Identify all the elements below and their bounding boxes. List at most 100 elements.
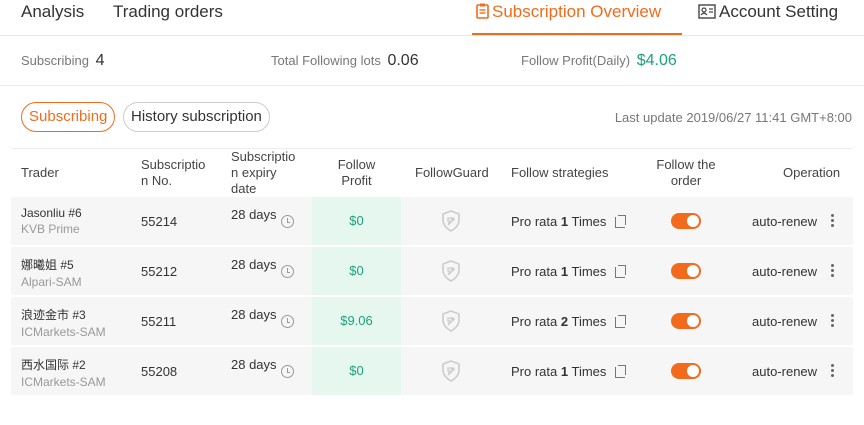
follow-strategy: Pro rata 1 Times <box>511 264 606 279</box>
clock-icon <box>281 365 294 378</box>
table-row: 浪迹金市 #3 ICMarkets-SAM 55211 28 days $9.0… <box>11 297 853 345</box>
follow-strategy: Pro rata 1 Times <box>511 214 606 229</box>
clock-icon <box>281 265 294 278</box>
trader-broker: KVB Prime <box>21 222 80 236</box>
more-options-icon[interactable] <box>829 214 835 228</box>
strategy-suffix: Times <box>571 264 607 279</box>
strategy-suffix: Times <box>571 364 607 379</box>
header-expiry-line2: n expiry <box>231 165 277 180</box>
header-follow-profit: Follow Profit <box>312 157 401 189</box>
follow-order-toggle[interactable] <box>671 363 701 379</box>
subscription-no: 55214 <box>141 214 178 229</box>
more-options-icon[interactable] <box>829 264 835 278</box>
trader-name[interactable]: 西水国际 #2 <box>21 356 106 373</box>
filter-history-button[interactable]: History subscription <box>123 102 270 132</box>
auto-renew-link[interactable]: auto-renew <box>752 214 817 229</box>
header-trader: Trader <box>21 165 59 180</box>
strategy-multiplier: 1 <box>560 364 569 379</box>
strategy-prefix: Pro rata <box>511 314 558 329</box>
trader-cell: Jasonliu #6 KVB Prime <box>21 206 82 236</box>
expiry-date: 28 days <box>231 257 277 272</box>
clipboard-icon <box>476 3 489 19</box>
trader-broker: Alpari-SAM <box>21 275 82 289</box>
header-subscription-no-line1: Subscriptio <box>141 157 206 172</box>
clock-icon <box>281 215 294 228</box>
shield-icon <box>442 210 460 232</box>
header-follow-the-order: Follow the order <box>647 157 725 189</box>
subscription-no: 55208 <box>141 364 178 379</box>
follow-strategy: Pro rata 2 Times <box>511 314 606 329</box>
filter-subscribing-button[interactable]: Subscribing <box>21 102 116 132</box>
active-tab-underline <box>472 33 682 35</box>
header-subscription-no-line2: n No. <box>141 173 173 188</box>
subscription-no: 55212 <box>141 264 178 279</box>
more-options-icon[interactable] <box>829 364 835 378</box>
summary-lots-value: 0.06 <box>387 52 419 69</box>
strategy-multiplier: 2 <box>560 314 569 329</box>
follow-order-toggle[interactable] <box>671 213 701 229</box>
follow-order-toggle[interactable] <box>671 313 701 329</box>
summary-bar: Subscribing 4 Total Following lots 0.06 … <box>0 36 864 86</box>
summary-subscribing: Subscribing 4 <box>21 52 104 70</box>
trader-broker: ICMarkets-SAM <box>21 325 106 339</box>
header-follow-profit-line1: Follow <box>337 157 376 172</box>
tab-analysis[interactable]: Analysis <box>21 2 84 22</box>
trader-name[interactable]: Jasonliu #6 <box>21 206 82 220</box>
more-options-icon[interactable] <box>829 314 835 328</box>
follow-profit: $0 <box>312 247 401 295</box>
strategy-multiplier: 1 <box>560 214 569 229</box>
summary-profit-label: Follow Profit(Daily) <box>521 53 631 68</box>
tab-subscription-overview-label: Subscription Overview <box>492 2 662 21</box>
tab-account-setting[interactable]: Account Setting <box>698 2 838 22</box>
shield-icon <box>442 360 460 382</box>
follow-profit: $9.06 <box>312 297 401 345</box>
tab-subscription-overview[interactable]: Subscription Overview <box>476 2 661 22</box>
trader-name[interactable]: 浪迹金市 #3 <box>21 306 106 323</box>
clock-icon <box>281 315 294 328</box>
header-followguard: FollowGuard <box>415 165 489 180</box>
table-row: 娜曦姐 #5 Alpari-SAM 55212 28 days $0 Pro r… <box>11 247 853 295</box>
edit-strategy-icon[interactable] <box>615 265 626 278</box>
header-expiry-line3: date <box>231 181 257 196</box>
summary-subscribing-value: 4 <box>95 52 105 69</box>
edit-strategy-icon[interactable] <box>615 365 626 378</box>
header-follow-profit-line2: Profit <box>341 173 372 188</box>
table-row: Jasonliu #6 KVB Prime 55214 28 days $0 P… <box>11 197 853 245</box>
trader-cell: 娜曦姐 #5 Alpari-SAM <box>21 256 82 289</box>
tab-trading-orders[interactable]: Trading orders <box>113 2 223 22</box>
trader-name[interactable]: 娜曦姐 #5 <box>21 256 82 273</box>
expiry-date: 28 days <box>231 357 277 372</box>
follow-order-toggle[interactable] <box>671 263 701 279</box>
strategy-prefix: Pro rata <box>511 214 558 229</box>
header-subscription-no: Subscriptio n No. <box>141 157 205 189</box>
strategy-suffix: Times <box>571 214 607 229</box>
header-follow-the-order-line2: order <box>670 173 702 188</box>
shield-icon <box>442 310 460 332</box>
header-expiry-line1: Subscriptio <box>231 149 296 164</box>
strategy-prefix: Pro rata <box>511 264 558 279</box>
header-expiry: Subscriptio n expiry date <box>231 149 295 197</box>
subscription-no: 55211 <box>141 314 177 329</box>
expiry-date: 28 days <box>231 307 277 322</box>
top-nav: Analysis Trading orders Subscription Ove… <box>0 0 864 36</box>
auto-renew-link[interactable]: auto-renew <box>752 314 817 329</box>
expiry-date: 28 days <box>231 207 277 222</box>
last-update-text: Last update 2019/06/27 11:41 GMT+8:00 <box>614 110 852 125</box>
header-operation: Operation <box>783 165 841 180</box>
header-follow-strategies: Follow strategies <box>511 165 609 180</box>
auto-renew-link[interactable]: auto-renew <box>752 364 817 379</box>
table-row: 西水国际 #2 ICMarkets-SAM 55208 28 days $0 P… <box>11 347 853 395</box>
edit-strategy-icon[interactable] <box>615 215 626 228</box>
summary-lots-label: Total Following lots <box>271 53 381 68</box>
follow-profit: $0 <box>312 197 401 245</box>
tab-account-setting-label: Account Setting <box>719 2 839 21</box>
shield-icon <box>442 260 460 282</box>
summary-profit: Follow Profit(Daily) $4.06 <box>521 52 677 70</box>
table-header: Trader Subscriptio n No. Subscriptio n e… <box>11 148 853 196</box>
summary-profit-value: $4.06 <box>636 52 677 69</box>
trader-cell: 浪迹金市 #3 ICMarkets-SAM <box>21 306 106 339</box>
trader-broker: ICMarkets-SAM <box>21 375 106 389</box>
auto-renew-link[interactable]: auto-renew <box>752 264 817 279</box>
edit-strategy-icon[interactable] <box>615 315 626 328</box>
summary-lots: Total Following lots 0.06 <box>271 52 419 70</box>
